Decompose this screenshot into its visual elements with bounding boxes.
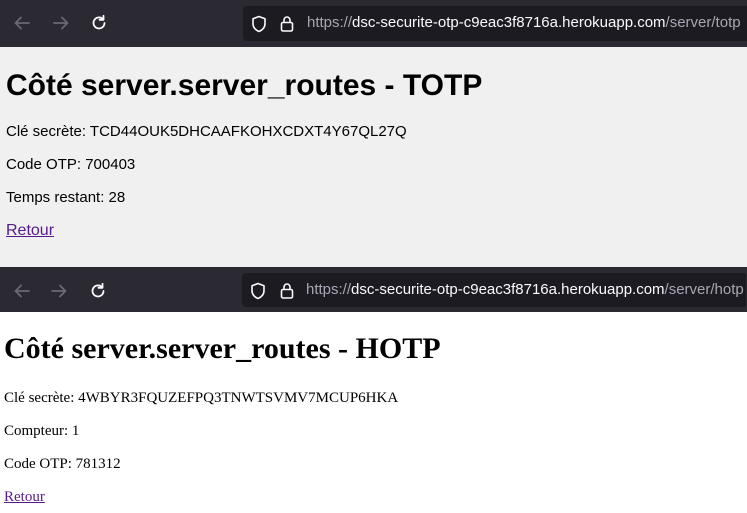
otp-code-text: Code OTP: 781312 <box>4 456 121 472</box>
back-link[interactable]: Retour <box>6 222 54 240</box>
back-arrow-icon[interactable] <box>11 280 33 302</box>
remaining-time-text: Temps restant: 28 <box>6 189 126 206</box>
reload-icon[interactable] <box>88 12 110 34</box>
page-title: Côté server.server_routes - HOTP <box>4 332 441 365</box>
secret-key-text: Clé secrète: TCD44OUK5DHCAAFKOHXCDXT4Y67… <box>6 123 407 140</box>
url-text[interactable]: https://dsc-securite-otp-c9eac3f8716a.he… <box>306 281 744 298</box>
hotp-page: Côté server.server_routes - HOTP Clé sec… <box>0 312 747 513</box>
shield-icon[interactable] <box>250 282 266 305</box>
url-text[interactable]: https://dsc-securite-otp-c9eac3f8716a.he… <box>307 14 741 31</box>
reload-icon[interactable] <box>87 280 109 302</box>
secret-key-text: Clé secrète: 4WBYR3FQUZEFPQ3TNWTSVMV7MCU… <box>4 390 399 406</box>
address-bar[interactable]: https://dsc-securite-otp-c9eac3f8716a.he… <box>243 6 747 41</box>
otp-code-text: Code OTP: 700403 <box>6 156 136 173</box>
browser-toolbar-totp: https://dsc-securite-otp-c9eac3f8716a.he… <box>0 0 747 47</box>
back-link[interactable]: Retour <box>4 489 45 506</box>
lock-icon[interactable] <box>279 282 295 305</box>
forward-arrow-icon[interactable] <box>50 12 72 34</box>
lock-icon[interactable] <box>279 15 295 38</box>
browser-toolbar-hotp: https://dsc-securite-otp-c9eac3f8716a.he… <box>0 267 747 312</box>
counter-text: Compteur: 1 <box>4 423 80 439</box>
shield-icon[interactable] <box>251 15 267 38</box>
address-bar[interactable]: https://dsc-securite-otp-c9eac3f8716a.he… <box>242 273 746 307</box>
back-arrow-icon[interactable] <box>11 12 33 34</box>
forward-arrow-icon[interactable] <box>48 280 70 302</box>
page-title: Côté server.server_routes - TOTP <box>6 69 483 102</box>
totp-page: Côté server.server_routes - TOTP Clé sec… <box>0 47 747 267</box>
